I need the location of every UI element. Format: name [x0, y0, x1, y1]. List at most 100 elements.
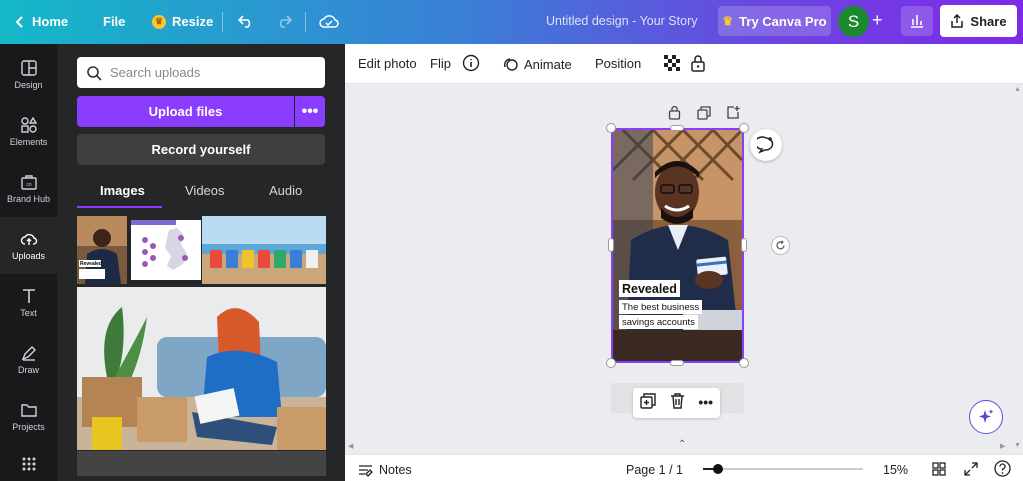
upload-thumbnail-revealed[interactable]: Revealed [77, 216, 127, 284]
upload-thumbnail-map[interactable] [131, 220, 201, 280]
lock-button[interactable] [690, 54, 706, 72]
rail-item-elements[interactable]: Elements [0, 103, 57, 160]
fullscreen-button[interactable] [964, 462, 978, 476]
try-canva-pro-button[interactable]: ♛ Try Canva Pro [718, 6, 831, 36]
rail-item-draw[interactable]: Draw [0, 331, 57, 388]
share-button[interactable]: Share [940, 5, 1017, 37]
upload-thumbnail-partial[interactable] [77, 451, 326, 476]
draw-icon [21, 346, 36, 361]
rail-item-projects[interactable]: Projects [0, 388, 57, 445]
home-button[interactable]: Home [14, 14, 68, 29]
more-dots-icon: ••• [301, 102, 319, 120]
horizontal-scrollbar[interactable]: ◀ ⌃ ▶ [345, 439, 1011, 453]
notes-button[interactable]: Notes [358, 463, 412, 477]
duplicate-icon [640, 392, 656, 409]
grid-view-button[interactable] [932, 462, 946, 476]
design-subtitle-line-1[interactable]: The best business [619, 300, 703, 314]
lock-element-button[interactable] [668, 105, 681, 125]
resize-handle-top-right[interactable] [739, 123, 749, 133]
design-subtitle-line-2[interactable]: savings accounts [619, 315, 698, 329]
tab-images[interactable]: Images [100, 183, 145, 198]
scroll-left-icon[interactable]: ◀ [348, 442, 353, 450]
edit-photo-button[interactable]: Edit photo [358, 56, 417, 71]
folder-icon [20, 404, 37, 417]
cloud-save-button[interactable] [319, 12, 339, 35]
scroll-down-icon[interactable]: ▼ [1014, 442, 1021, 449]
add-page-icon [727, 106, 740, 119]
magic-assistant-button[interactable] [969, 400, 1003, 434]
search-input[interactable] [110, 65, 310, 80]
design-page[interactable]: Revealed The best business savings accou… [611, 128, 744, 363]
resize-handle-left[interactable] [608, 238, 614, 252]
rail-item-brand-hub[interactable]: co Brand Hub [0, 160, 57, 217]
design-headline: Revealed [622, 281, 677, 296]
resize-handle-bottom[interactable] [670, 360, 684, 366]
design-subtitle-text: savings accounts [622, 316, 695, 328]
analytics-button[interactable] [901, 6, 933, 36]
upload-thumbnail-beach[interactable] [202, 216, 326, 284]
redo-button[interactable] [275, 12, 293, 35]
resize-handle-top-left[interactable] [606, 123, 616, 133]
design-title[interactable]: Untitled design - Your Story [546, 14, 697, 28]
resize-handle-bottom-left[interactable] [606, 358, 616, 368]
duplicate-page-button[interactable] [697, 106, 711, 125]
transparency-button[interactable] [664, 55, 680, 71]
sparkle-icon [979, 409, 994, 423]
rail-item-text[interactable]: Text [0, 274, 57, 331]
chevron-up-icon[interactable]: ⌃ [678, 439, 686, 450]
more-options-button[interactable]: ••• [295, 96, 325, 127]
resize-handle-right[interactable] [741, 238, 747, 252]
record-yourself-button[interactable]: Record yourself [77, 134, 325, 165]
page-indicator[interactable]: Page 1 / 1 [626, 463, 683, 477]
delete-button[interactable] [670, 392, 685, 414]
uploads-panel: Upload files ••• Record yourself Images … [57, 44, 345, 481]
rail-item-uploads[interactable]: Uploads [0, 217, 57, 274]
tab-videos[interactable]: Videos [185, 183, 225, 198]
flip-button[interactable]: Flip [430, 56, 451, 71]
resize-button[interactable]: ♛ Resize [152, 14, 213, 29]
floating-context-menu: ••• [633, 388, 720, 418]
redo-icon [279, 15, 293, 28]
file-label: File [103, 14, 126, 29]
rail-label: Uploads [11, 251, 46, 261]
file-menu-button[interactable]: File [103, 14, 125, 29]
plus-icon[interactable]: + [872, 10, 883, 31]
upload-files-button[interactable]: Upload files [77, 96, 294, 127]
position-button[interactable]: Position [595, 56, 641, 71]
info-button[interactable] [462, 54, 480, 72]
animate-button[interactable]: Animate [502, 56, 572, 72]
rail-item-design[interactable]: Design [0, 46, 57, 103]
avatar[interactable]: S [838, 6, 869, 37]
duplicate-button[interactable] [640, 392, 656, 414]
animate-label: Animate [524, 56, 572, 72]
vertical-scrollbar[interactable]: ▲ ▼ [1011, 84, 1023, 454]
help-icon [994, 460, 1011, 477]
search-box[interactable] [77, 57, 325, 88]
zoom-slider[interactable] [703, 464, 863, 474]
crown-icon: ♛ [152, 14, 166, 29]
scroll-right-icon[interactable]: ▶ [1000, 442, 1005, 450]
scroll-up-icon[interactable]: ▲ [1014, 86, 1021, 93]
rotate-button[interactable] [771, 236, 790, 255]
resize-handle-top[interactable] [670, 125, 684, 131]
undo-button[interactable] [237, 12, 255, 35]
rail-label: Projects [12, 422, 45, 432]
share-icon [951, 14, 964, 28]
resize-handle-bottom-right[interactable] [739, 358, 749, 368]
divider [222, 12, 223, 32]
more-dots-icon: ••• [698, 394, 714, 410]
upload-thumbnail-moving-boxes[interactable] [77, 287, 326, 450]
design-headline-box[interactable]: Revealed [619, 280, 680, 297]
zoom-value[interactable]: 15% [883, 463, 908, 477]
divider [305, 12, 306, 32]
add-comment-button[interactable] [750, 129, 782, 161]
add-page-button[interactable] [726, 105, 740, 124]
side-rail: Design Elements co Brand Hub Uploads Tex… [0, 44, 57, 481]
apps-button[interactable] [0, 449, 57, 479]
zoom-slider-thumb[interactable] [713, 464, 723, 474]
tab-audio[interactable]: Audio [269, 183, 302, 198]
help-button[interactable] [994, 460, 1011, 477]
share-label: Share [970, 13, 1007, 29]
thumbnail-caption: Revealed [80, 261, 102, 267]
more-options-button[interactable]: ••• [698, 394, 713, 412]
